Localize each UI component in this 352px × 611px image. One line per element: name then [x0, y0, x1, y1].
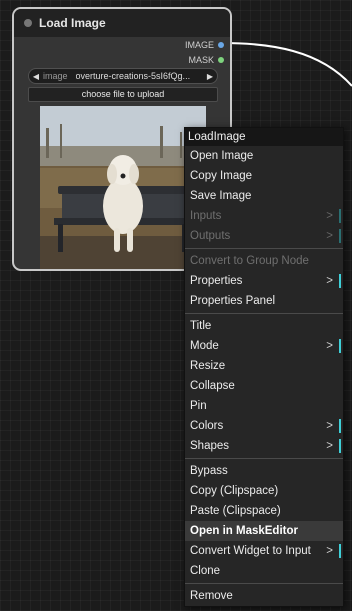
menu-item-label: Paste (Clipspace) [190, 505, 281, 517]
menu-item-bypass[interactable]: Bypass [185, 461, 343, 481]
menu-item-title[interactable]: Title [185, 316, 343, 336]
menu-item-label: Shapes [190, 440, 230, 452]
context-menu: LoadImage Open Image Copy Image Save Ima… [184, 127, 344, 607]
submenu-indicator [339, 419, 341, 433]
menu-item-properties-panel[interactable]: Properties Panel [185, 291, 343, 311]
submenu-arrow-icon: > [326, 275, 333, 287]
menu-item-inputs: Inputs > [185, 206, 343, 226]
menu-separator [185, 248, 343, 249]
menu-item-label: Bypass [190, 465, 228, 477]
submenu-arrow-icon: > [326, 230, 333, 242]
menu-item-convert-to-group-node: Convert to Group Node [185, 251, 343, 271]
node-collapse-icon[interactable] [24, 19, 32, 27]
output-mask-label: MASK [188, 55, 214, 65]
output-image[interactable]: IMAGE [185, 39, 224, 51]
menu-item-collapse[interactable]: Collapse [185, 376, 343, 396]
menu-item-open-image[interactable]: Open Image [185, 146, 343, 166]
menu-item-label: Resize [190, 360, 226, 372]
node-header[interactable]: Load Image [14, 9, 230, 37]
menu-item-save-image[interactable]: Save Image [185, 186, 343, 206]
menu-separator [185, 583, 343, 584]
menu-item-resize[interactable]: Resize [185, 356, 343, 376]
menu-item-label: Title [190, 320, 212, 332]
menu-item-copy-image[interactable]: Copy Image [185, 166, 343, 186]
submenu-indicator [339, 229, 341, 243]
menu-item-label: Colors [190, 420, 224, 432]
menu-item-shapes[interactable]: Shapes > [185, 436, 343, 456]
submenu-indicator [339, 544, 341, 558]
combo-left-arrow-icon[interactable]: ◀ [29, 72, 43, 81]
menu-item-label: Open Image [190, 150, 254, 162]
output-mask[interactable]: MASK [188, 54, 224, 66]
menu-item-paste-clipspace[interactable]: Paste (Clipspace) [185, 501, 343, 521]
combo-right-arrow-icon[interactable]: ▶ [203, 72, 217, 81]
menu-item-label: Outputs [190, 230, 231, 242]
menu-item-label: Collapse [190, 380, 235, 392]
submenu-arrow-icon: > [326, 210, 333, 222]
image-preview [40, 106, 206, 269]
submenu-indicator [339, 274, 341, 288]
menu-item-label: Convert to Group Node [190, 255, 309, 267]
menu-item-label: Copy Image [190, 170, 253, 182]
menu-item-colors[interactable]: Colors > [185, 416, 343, 436]
menu-separator [185, 313, 343, 314]
menu-item-convert-widget-to-input[interactable]: Convert Widget to Input > [185, 541, 343, 561]
choose-file-button[interactable]: choose file to upload [28, 87, 218, 102]
menu-item-label: Remove [190, 590, 233, 602]
menu-item-label: Mode [190, 340, 219, 352]
menu-item-mode[interactable]: Mode > [185, 336, 343, 356]
submenu-indicator [339, 209, 341, 223]
menu-item-label: Copy (Clipspace) [190, 485, 279, 497]
menu-item-label: Save Image [190, 190, 252, 202]
menu-item-copy-clipspace[interactable]: Copy (Clipspace) [185, 481, 343, 501]
menu-separator [185, 458, 343, 459]
submenu-indicator [339, 339, 341, 353]
image-combo-widget[interactable]: ◀ image overture-creations-5sI6fQg... ▶ [28, 68, 218, 84]
menu-item-label: Properties [190, 275, 243, 287]
submenu-arrow-icon: > [326, 545, 333, 557]
menu-title: LoadImage [185, 128, 343, 146]
combo-value: overture-creations-5sI6fQg... [75, 71, 191, 81]
menu-item-remove[interactable]: Remove [185, 586, 343, 606]
menu-item-label: Pin [190, 400, 207, 412]
output-image-label: IMAGE [184, 40, 214, 50]
menu-item-open-in-maskeditor[interactable]: Open in MaskEditor [185, 521, 343, 541]
combo-name-label: image [43, 71, 68, 81]
submenu-arrow-icon: > [326, 340, 333, 352]
menu-item-label: Inputs [190, 210, 222, 222]
menu-item-properties[interactable]: Properties > [185, 271, 343, 291]
menu-item-label: Open in MaskEditor [190, 525, 298, 537]
menu-item-clone[interactable]: Clone [185, 561, 343, 581]
menu-item-pin[interactable]: Pin [185, 396, 343, 416]
dog-on-bench-image [40, 106, 206, 269]
menu-item-label: Clone [190, 565, 221, 577]
node-title: Load Image [39, 16, 106, 30]
output-image-dot-icon[interactable] [218, 42, 224, 48]
submenu-arrow-icon: > [326, 420, 333, 432]
menu-item-label: Convert Widget to Input [190, 545, 311, 557]
submenu-indicator [339, 439, 341, 453]
menu-item-label: Properties Panel [190, 295, 276, 307]
submenu-arrow-icon: > [326, 440, 333, 452]
output-mask-dot-icon[interactable] [218, 57, 224, 63]
menu-item-outputs: Outputs > [185, 226, 343, 246]
